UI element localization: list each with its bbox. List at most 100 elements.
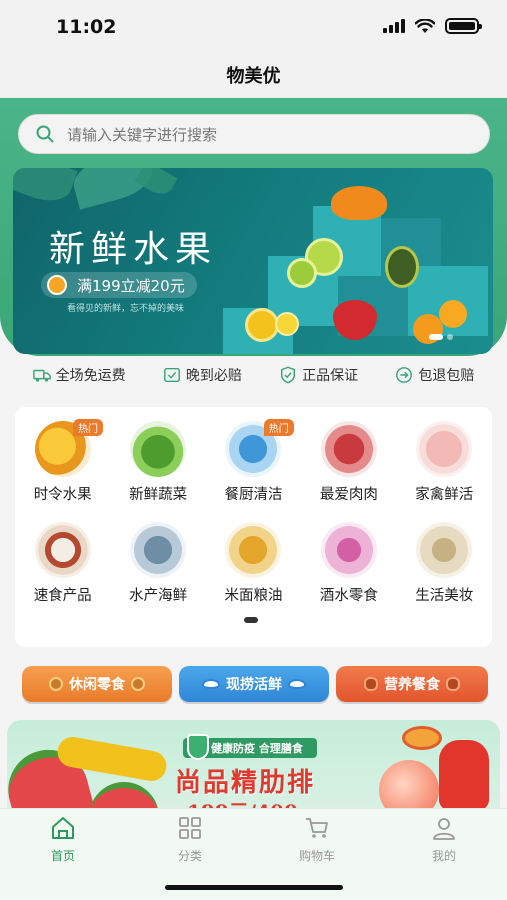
peach-image	[379, 760, 439, 812]
pizza-image	[402, 726, 442, 750]
category-image	[130, 522, 187, 578]
category-label: 最爱肉肉	[319, 487, 378, 503]
category-label: 速食产品	[33, 588, 92, 604]
banner-title: 新鲜水果	[49, 229, 218, 270]
category-image	[34, 522, 91, 578]
avocado-image	[385, 246, 419, 288]
category-grid: 热门 时令水果 新鲜蔬菜 热门 餐厨清洁 最爱肉肉 家禽鲜活 速食产品 水产海鲜	[15, 419, 492, 605]
tab-category[interactable]: 分类	[150, 815, 230, 864]
leaf-decoration	[134, 168, 178, 200]
promo-tag-text: 健康防疫 合理膳食	[211, 742, 303, 755]
category-label: 餐厨清洁	[224, 487, 283, 503]
search-input[interactable]: 请输入关键字进行搜索	[18, 114, 490, 154]
service-guarantees: 全场免运费 晚到必赔 正品保证 包退包赔	[0, 356, 507, 394]
drumstick-icon	[364, 677, 378, 691]
topic-pills: 休闲零食 现捞活鲜 营养餐食	[0, 666, 507, 706]
hot-badge: 热门	[73, 419, 103, 436]
tab-cart[interactable]: 购物车	[277, 815, 357, 864]
tab-label: 购物车	[298, 849, 335, 863]
category-grain-oil[interactable]: 米面粮油	[206, 522, 301, 605]
banner-promo-text: 满199立减20元	[77, 276, 185, 295]
wifi-icon	[415, 18, 435, 33]
category-kitchen-cleaning[interactable]: 热门 餐厨清洁	[206, 419, 301, 504]
guarantee-refund: 包退包赔	[395, 365, 474, 385]
guarantee-label: 包退包赔	[418, 368, 475, 384]
home-indicator	[165, 885, 343, 890]
cellular-signal-icon	[383, 19, 405, 33]
category-vegetables[interactable]: 新鲜蔬菜	[110, 421, 205, 504]
pill-live-seafood-button[interactable]: 现捞活鲜	[179, 666, 329, 702]
promo-banner[interactable]: 健康防疫 合理膳食 尚品精肋排 199元/400g	[7, 720, 500, 812]
banner-subtitle: 看得见的新鲜，忘不掉的美味	[67, 304, 185, 314]
status-bar: 11:02	[0, 0, 507, 52]
guarantee-label: 晚到必赔	[185, 368, 242, 384]
truck-icon	[32, 369, 51, 382]
promo-tag: 健康防疫 合理膳食	[183, 734, 317, 760]
category-meat[interactable]: 最爱肉肉	[301, 421, 396, 504]
hero-banner[interactable]: 新鲜水果 满199立减20元 看得见的新鲜，忘不掉的美味	[13, 168, 493, 354]
category-beauty[interactable]: 生活美妆	[397, 522, 492, 605]
category-image	[225, 522, 282, 578]
category-image	[416, 522, 473, 578]
orange-image	[245, 308, 279, 342]
category-grid-card: 热门 时令水果 新鲜蔬菜 热门 餐厨清洁 最爱肉肉 家禽鲜活 速食产品 水产海鲜	[15, 407, 492, 647]
category-seafood[interactable]: 水产海鲜	[110, 522, 205, 605]
pill-label: 营养餐食	[384, 677, 440, 693]
search-placeholder: 请输入关键字进行搜索	[67, 125, 218, 144]
fish-icon	[202, 679, 220, 689]
banner-pagination	[429, 334, 453, 340]
grid-page-indicator	[244, 617, 258, 623]
banner-promo: 满199立减20元	[41, 272, 197, 298]
tab-profile[interactable]: 我的	[404, 815, 484, 864]
category-label: 水产海鲜	[129, 588, 188, 604]
orange-slice-icon	[47, 275, 67, 295]
pill-label: 现捞活鲜	[226, 677, 282, 693]
shield-icon	[187, 734, 209, 760]
cart-icon	[306, 818, 328, 838]
lobster-image	[439, 740, 489, 810]
clock-icon	[163, 367, 180, 383]
category-label: 家禽鲜活	[415, 487, 474, 503]
tangerine-image	[439, 300, 467, 328]
search-icon	[36, 125, 54, 143]
nav-bar: 物美优	[0, 52, 507, 98]
guarantee-free-shipping: 全场免运费	[32, 365, 126, 385]
tab-home[interactable]: 首页	[23, 815, 103, 864]
lime-image	[287, 258, 317, 288]
leaf-decoration	[13, 168, 78, 209]
hot-badge: 热门	[263, 419, 294, 436]
refund-icon	[396, 367, 413, 383]
category-poultry[interactable]: 家禽鲜活	[397, 421, 492, 504]
grid-icon	[179, 817, 201, 839]
category-seasonal-fruit[interactable]: 热门 时令水果	[15, 419, 110, 504]
category-label: 生活美妆	[415, 588, 474, 604]
category-image	[130, 421, 187, 477]
battery-icon	[445, 18, 482, 34]
pill-snacks-button[interactable]: 休闲零食	[22, 666, 172, 702]
guarantee-authentic: 正品保证	[279, 365, 358, 385]
status-icons	[383, 18, 482, 34]
orange-image	[275, 312, 299, 336]
pill-nutrition-meal-button[interactable]: 营养餐食	[336, 666, 488, 702]
tab-label: 分类	[177, 849, 202, 863]
pill-label: 休闲零食	[69, 677, 125, 693]
category-image	[320, 522, 377, 578]
category-label: 米面粮油	[224, 588, 283, 604]
home-icon	[52, 817, 74, 839]
category-label: 酒水零食	[319, 588, 378, 604]
category-drinks-snacks[interactable]: 酒水零食	[301, 522, 396, 605]
guarantee-late-compensation: 晚到必赔	[163, 365, 242, 385]
drumstick-icon	[446, 677, 460, 691]
cookie-icon	[49, 677, 63, 691]
papaya-image	[331, 186, 387, 220]
tab-label: 我的	[431, 849, 456, 863]
shield-check-icon	[281, 366, 296, 384]
category-instant-food[interactable]: 速食产品	[15, 522, 110, 605]
category-image	[416, 421, 473, 477]
tab-label: 首页	[50, 849, 75, 863]
page-title: 物美优	[226, 66, 281, 87]
cookie-icon	[131, 677, 145, 691]
status-time: 11:02	[56, 16, 117, 38]
guarantee-label: 全场免运费	[55, 368, 126, 384]
user-icon	[433, 818, 455, 840]
